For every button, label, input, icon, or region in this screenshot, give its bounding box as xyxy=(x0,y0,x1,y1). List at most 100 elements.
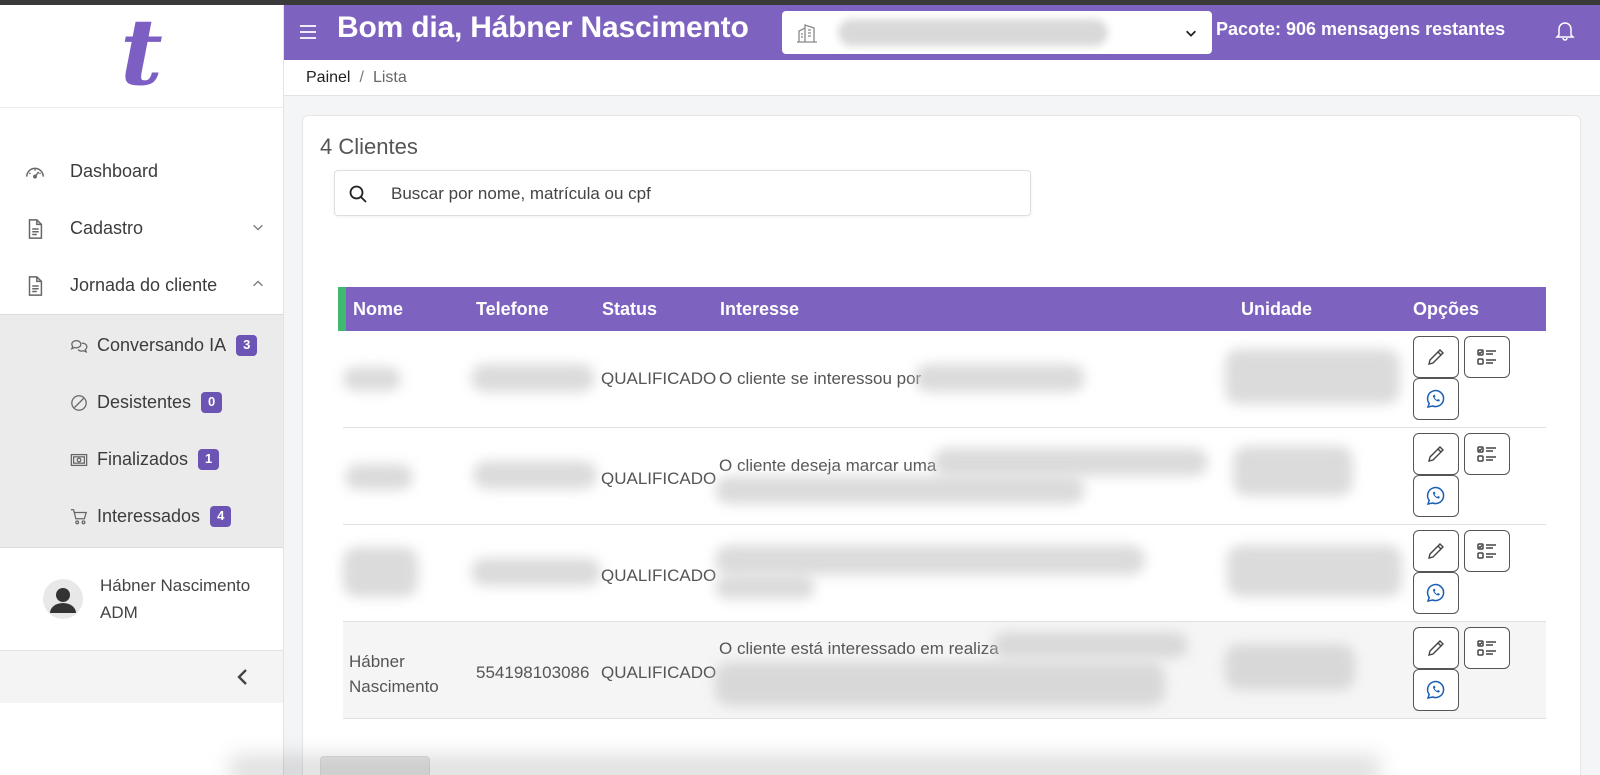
table-row[interactable]: QUALIFICADO xyxy=(343,525,1546,622)
redacted-interest xyxy=(915,364,1085,392)
redacted-unit xyxy=(1225,644,1355,690)
sidebar-item-label: Conversando IA xyxy=(97,335,227,355)
cart-icon xyxy=(70,508,88,526)
bottom-shadow xyxy=(230,755,1380,775)
column-header-nome[interactable]: Nome xyxy=(353,299,403,320)
checklist-icon xyxy=(1477,543,1496,559)
details-button[interactable] xyxy=(1464,336,1510,378)
whatsapp-icon xyxy=(1426,680,1445,700)
redacted-interest xyxy=(715,476,1085,504)
whatsapp-icon xyxy=(1426,486,1445,506)
name-cell: Hábner Nascimento xyxy=(349,649,439,699)
top-header: Bom dia, Hábner Nascimento Pacote: 906 m… xyxy=(284,5,1600,60)
column-header-status[interactable]: Status xyxy=(602,299,657,320)
jornada-submenu: Conversando IA 3 Desistentes 0 Finalizad… xyxy=(0,314,283,548)
user-role: ADM xyxy=(100,603,138,622)
pencil-icon xyxy=(1428,640,1444,656)
table-row[interactable]: QUALIFICADO O cliente deseja marcar uma xyxy=(343,428,1546,525)
pencil-icon xyxy=(1428,446,1444,462)
column-header-unidade[interactable]: Unidade xyxy=(1241,299,1312,320)
page-title: 4 Clientes xyxy=(320,134,418,159)
redacted-name xyxy=(343,547,418,597)
redacted-interest xyxy=(993,632,1188,658)
sidebar-item-jornada[interactable]: Jornada do cliente xyxy=(0,257,283,314)
redacted-name xyxy=(345,464,413,490)
chevron-down-icon xyxy=(1186,30,1196,37)
sidebar-item-finalizados[interactable]: Finalizados 1 xyxy=(0,431,283,488)
edit-button[interactable] xyxy=(1413,627,1459,669)
sidebar-item-label: Interessados xyxy=(97,506,201,526)
count-badge: 1 xyxy=(198,449,220,470)
search-input[interactable] xyxy=(391,179,1011,209)
redacted-unit xyxy=(1233,446,1353,496)
chevron-up-icon xyxy=(253,280,263,287)
edit-button[interactable] xyxy=(1413,530,1459,572)
pencil-icon xyxy=(1428,543,1444,559)
user-info: Hábner Nascimento ADM xyxy=(100,572,250,626)
chevron-down-icon xyxy=(253,224,263,231)
bell-icon[interactable] xyxy=(1554,19,1576,41)
user-profile[interactable]: Hábner Nascimento ADM xyxy=(0,548,283,651)
pencil-icon xyxy=(1428,349,1444,365)
table-row[interactable]: Hábner Nascimento 554198103086 QUALIFICA… xyxy=(343,622,1546,719)
table-row[interactable]: QUALIFICADO O cliente se interessou por xyxy=(343,331,1546,428)
sidebar-item-label: Jornada do cliente xyxy=(70,275,218,295)
clients-card: 4 Clientes Nome Telefone Status Interess… xyxy=(302,115,1581,775)
speedometer-icon xyxy=(24,161,46,183)
cash-icon xyxy=(70,451,88,469)
whatsapp-icon xyxy=(1426,583,1445,603)
sidebar-item-cadastro[interactable]: Cadastro xyxy=(0,200,283,257)
redacted-unit xyxy=(1225,349,1400,404)
chevron-left-icon[interactable] xyxy=(233,667,253,687)
column-header-interesse[interactable]: Interesse xyxy=(720,299,799,320)
interest-cell: O cliente deseja marcar uma xyxy=(719,456,937,475)
sidebar-item-conversando-ia[interactable]: Conversando IA 3 xyxy=(0,317,283,374)
building-icon xyxy=(797,24,817,43)
column-header-opcoes: Opções xyxy=(1413,299,1480,319)
sidebar-item-desistentes[interactable]: Desistentes 0 xyxy=(0,374,283,431)
edit-button[interactable] xyxy=(1413,336,1459,378)
sidebar-item-label: Cadastro xyxy=(70,218,144,238)
whatsapp-icon xyxy=(1426,389,1445,409)
status-cell: QUALIFICADO xyxy=(601,663,717,682)
package-status: Pacote: 906 mensagens restantes xyxy=(1216,19,1506,39)
breadcrumb-separator: / xyxy=(359,68,364,86)
app-logo[interactable]: t xyxy=(120,6,163,98)
slash-circle-icon xyxy=(70,394,88,412)
unit-select[interactable] xyxy=(782,11,1212,54)
sidebar-item-dashboard[interactable]: Dashboard xyxy=(0,143,283,200)
table-header: Nome Telefone Status Interesse Unidade O… xyxy=(338,287,1546,331)
search-box[interactable] xyxy=(334,170,1031,216)
breadcrumb-home[interactable]: Painel xyxy=(306,69,350,87)
whatsapp-button[interactable] xyxy=(1413,572,1459,614)
breadcrumb: Painel / Lista xyxy=(284,60,1600,96)
checklist-icon xyxy=(1477,640,1496,656)
details-button[interactable] xyxy=(1464,627,1510,669)
redacted-name xyxy=(343,367,401,391)
hamburger-menu-icon[interactable] xyxy=(298,22,318,42)
document-icon xyxy=(24,275,46,297)
redacted-interest xyxy=(933,448,1208,476)
interest-cell: O cliente está interessado em realiza xyxy=(719,639,999,658)
user-name: Hábner Nascimento xyxy=(100,576,251,595)
details-button[interactable] xyxy=(1464,530,1510,572)
sidebar-item-label: Dashboard xyxy=(70,161,159,181)
details-button[interactable] xyxy=(1464,433,1510,475)
edit-button[interactable] xyxy=(1413,433,1459,475)
redacted-unit-name xyxy=(838,19,1108,46)
status-cell: QUALIFICADO xyxy=(601,469,717,488)
redacted-interest xyxy=(715,662,1165,706)
redacted-unit xyxy=(1227,545,1402,597)
sidebar-item-interessados[interactable]: Interessados 4 xyxy=(0,488,283,545)
whatsapp-button[interactable] xyxy=(1413,378,1459,420)
status-cell: QUALIFICADO xyxy=(601,369,717,388)
status-cell: QUALIFICADO xyxy=(601,566,717,585)
logo-area: t xyxy=(0,5,283,108)
sidebar-footer xyxy=(0,651,283,703)
count-badge: 4 xyxy=(210,506,232,527)
column-header-telefone[interactable]: Telefone xyxy=(476,299,549,320)
sidebar: t Dashboard Cadastro Jornada do cliente xyxy=(0,5,284,775)
whatsapp-button[interactable] xyxy=(1413,475,1459,517)
count-badge: 0 xyxy=(201,392,223,413)
whatsapp-button[interactable] xyxy=(1413,669,1459,711)
